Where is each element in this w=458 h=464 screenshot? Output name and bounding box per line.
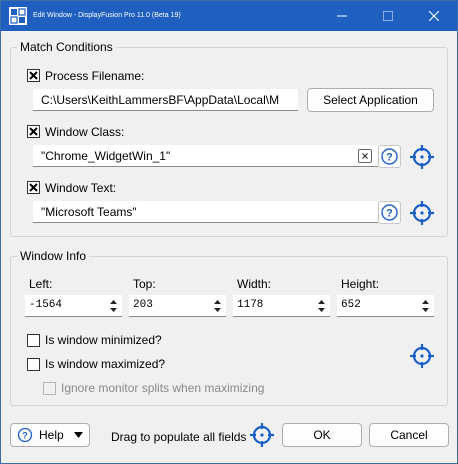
left-label: Left: [29,277,53,291]
maximize-icon [383,11,393,21]
ok-button[interactable]: OK [282,423,362,447]
window-class-label[interactable]: Window Class: [45,125,124,139]
match-conditions-title: Match Conditions [17,40,116,54]
help-button[interactable]: ? Help [10,423,90,447]
process-filename-field[interactable]: C:\Users\KeithLammersBF\AppData\Local\M [33,89,298,111]
close-icon [429,11,439,21]
clear-window-class-button[interactable] [358,149,372,163]
top-label: Top: [133,277,156,291]
window-class-crosshair-icon[interactable] [409,144,435,170]
checkbox-x-icon [29,71,38,80]
height-value: 652 [341,299,361,311]
window-info-title: Window Info [17,249,90,263]
cancel-button[interactable]: Cancel [369,423,449,447]
ignore-splits-label: Ignore monitor splits when maximizing [61,381,265,395]
height-label: Height: [341,277,380,291]
svg-text:?: ? [386,152,393,164]
left-stepper[interactable]: -1564 [25,295,122,317]
question-circle-icon: ? [17,427,33,443]
process-filename-label[interactable]: Process Filename: [45,69,144,83]
svg-text:?: ? [386,208,393,220]
is-maximized-checkbox[interactable] [27,358,40,371]
window-info-crosshair-icon[interactable] [409,343,435,369]
is-minimized-checkbox[interactable] [27,334,40,347]
window-class-help-button[interactable]: ? [378,145,401,168]
is-minimized-label[interactable]: Is window minimized? [45,333,162,347]
height-stepper[interactable]: 652 [337,295,434,317]
minimize-button[interactable] [319,1,365,31]
top-value: 203 [133,299,153,311]
spin-arrows-icon[interactable] [109,298,118,314]
drag-populate-text: Drag to populate all fields [111,430,247,444]
checkbox-x-icon [29,127,38,136]
ignore-splits-checkbox [43,382,56,395]
process-filename-checkbox[interactable] [27,69,40,82]
is-maximized-label[interactable]: Is window maximized? [45,357,165,371]
minimize-icon [337,15,347,17]
window-class-checkbox[interactable] [27,125,40,138]
top-stepper[interactable]: 203 [129,295,226,317]
clear-x-icon [362,153,368,159]
spin-arrows-icon[interactable] [317,298,326,314]
displayfusion-app-icon [9,7,27,25]
populate-crosshair-icon[interactable] [249,422,275,448]
window-title: Edit Window - DisplayFusion Pro 11.0 (Be… [33,12,181,19]
question-circle-icon: ? [381,204,398,221]
svg-text:?: ? [22,431,28,441]
window-class-field[interactable]: "Chrome_WidgetWin_1" [33,145,378,167]
dropdown-arrow-icon [73,432,83,438]
spin-arrows-icon[interactable] [213,298,222,314]
window-text-checkbox[interactable] [27,181,40,194]
width-value: 1178 [237,299,264,311]
close-button[interactable] [411,1,457,31]
spin-arrows-icon[interactable] [421,298,430,314]
left-value: -1564 [29,299,63,311]
window-text-help-button[interactable]: ? [378,201,401,224]
window-text-field[interactable]: "Microsoft Teams" [33,201,378,223]
maximize-button[interactable] [365,1,411,31]
width-stepper[interactable]: 1178 [233,295,330,317]
window-text-label[interactable]: Window Text: [45,181,116,195]
title-bar[interactable]: Edit Window - DisplayFusion Pro 11.0 (Be… [1,1,457,31]
question-circle-icon: ? [381,148,398,165]
select-application-button[interactable]: Select Application [307,88,434,112]
edit-window-dialog: Edit Window - DisplayFusion Pro 11.0 (Be… [0,0,458,464]
help-label: Help [39,428,64,442]
width-label: Width: [237,277,272,291]
window-text-crosshair-icon[interactable] [409,200,435,226]
checkbox-x-icon [29,183,38,192]
